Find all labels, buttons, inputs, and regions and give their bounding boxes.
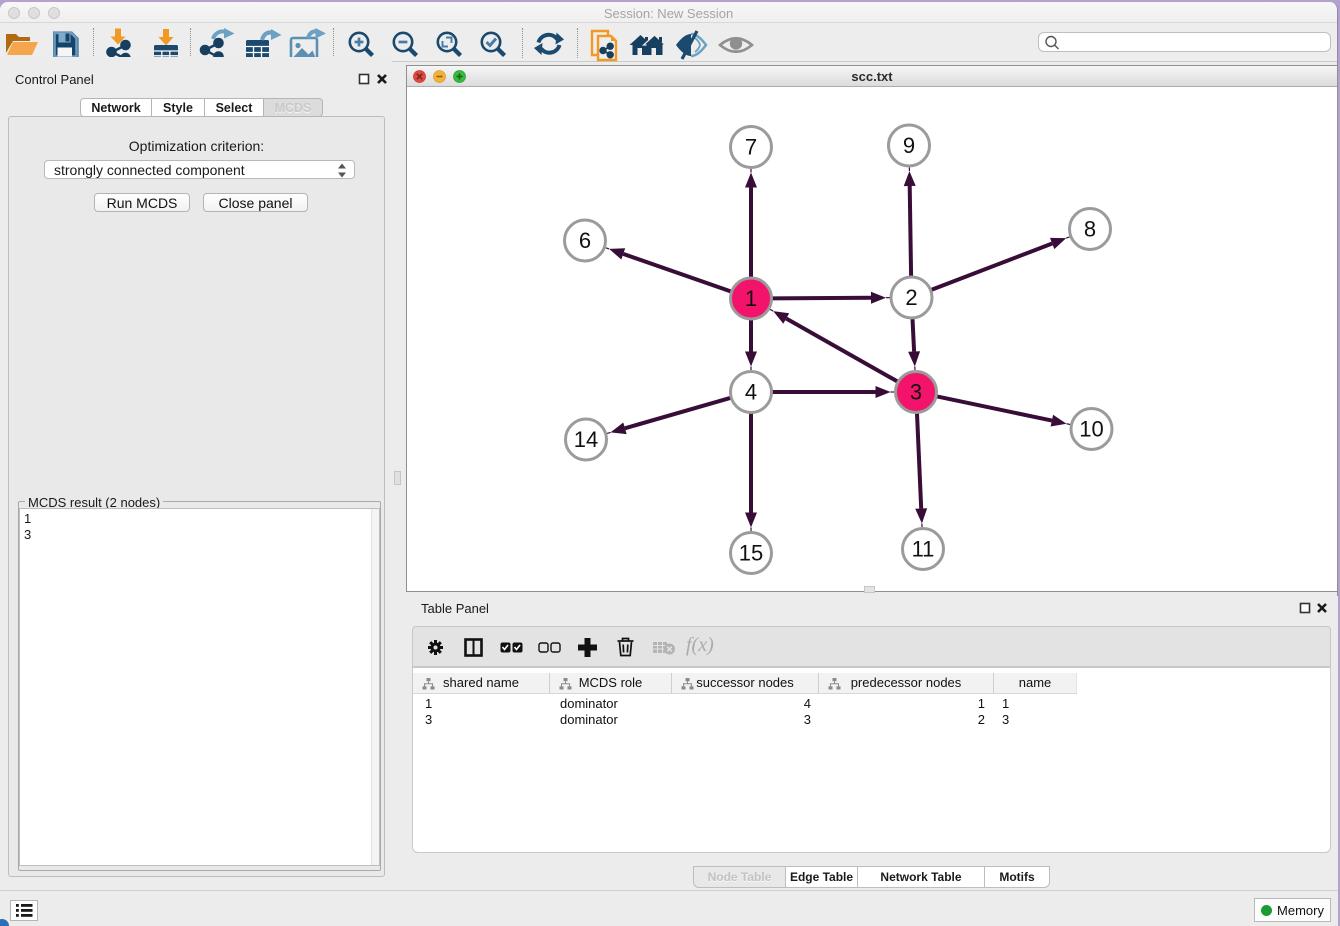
svg-text:1: 1 [745,286,757,311]
svg-text:11: 11 [912,537,935,562]
svg-text:14: 14 [574,427,598,452]
svg-text:10: 10 [1079,417,1103,442]
svg-text:3: 3 [910,380,922,405]
svg-text:8: 8 [1084,217,1096,242]
svg-text:4: 4 [745,380,757,405]
svg-text:7: 7 [745,135,757,160]
svg-text:2: 2 [905,285,917,310]
svg-text:15: 15 [739,541,763,566]
svg-text:9: 9 [903,133,915,158]
svg-text:6: 6 [579,228,591,253]
